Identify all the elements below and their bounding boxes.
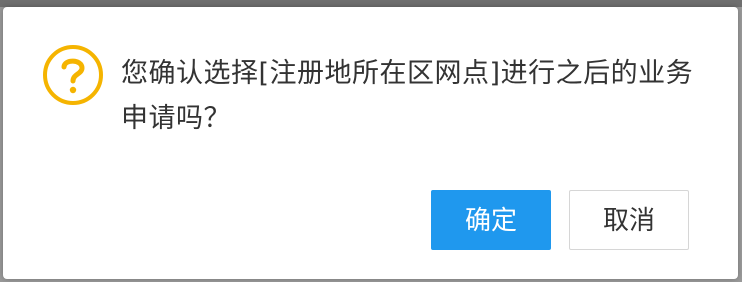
cancel-button[interactable]: 取消 <box>569 190 689 250</box>
confirm-dialog: 您确认选择[注册地所在区网点]进行之后的业务申请吗？ 确定 取消 <box>3 7 738 279</box>
confirm-button[interactable]: 确定 <box>431 190 551 250</box>
dialog-message: 您确认选择[注册地所在区网点]进行之后的业务申请吗？ <box>121 58 694 134</box>
background-top-strip <box>0 0 742 7</box>
question-icon <box>41 43 105 107</box>
